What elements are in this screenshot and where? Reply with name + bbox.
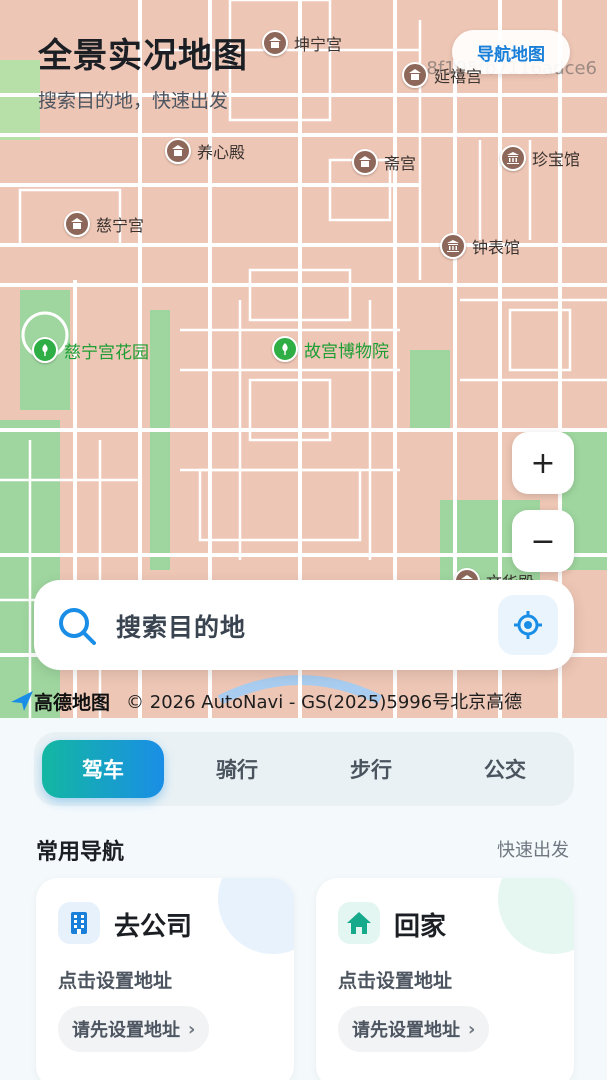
copyright-text: © 2026 AutoNavi - GS(2025)5996号北京高德 <box>126 692 523 713</box>
poi-yanxigong[interactable]: 延禧宫 <box>402 62 482 88</box>
map-view[interactable]: 全景实况地图 搜索目的地，快速出发 8f195fb7116adce6 导航地图 … <box>0 0 607 718</box>
poi-label: 坤宁宫 <box>294 35 343 54</box>
locate-button[interactable] <box>498 595 558 655</box>
tab-bike[interactable]: 骑行 <box>176 740 298 798</box>
zoom-out-button[interactable]: − <box>512 510 574 572</box>
search-icon <box>59 608 96 645</box>
fav-card-name: 回家 <box>394 912 447 942</box>
tab-walk[interactable]: 步行 <box>310 740 432 798</box>
fav-card-name: 去公司 <box>114 912 193 942</box>
fav-card-hint: 点击设置地址 <box>338 970 453 992</box>
fav-card-home[interactable]: 回家 点击设置地址 请先设置地址 › <box>316 878 574 1080</box>
search-bar[interactable]: 搜索目的地 <box>34 580 574 670</box>
poi-kunninggong[interactable]: 坤宁宫 <box>262 30 342 56</box>
set-address-button[interactable]: 请先设置地址 › <box>338 1006 490 1052</box>
poi-zhongbiaoguan[interactable]: 钟表馆 <box>440 233 520 259</box>
poi-zhaigong[interactable]: 斋宫 <box>352 149 416 175</box>
poi-label: 钟表馆 <box>472 238 521 257</box>
poi-label: 延禧宫 <box>434 67 483 86</box>
set-address-label: 请先设置地址 <box>352 1020 460 1041</box>
poi-cininggong[interactable]: 慈宁宫 <box>64 211 144 237</box>
palace-icon <box>64 211 90 237</box>
fav-card-company[interactable]: 去公司 点击设置地址 请先设置地址 › <box>36 878 294 1080</box>
amap-arrow-icon <box>11 691 33 711</box>
common-nav-title: 常用导航 <box>36 840 125 865</box>
amap-logo-text: 高德地图 <box>34 691 111 714</box>
museum-icon <box>500 145 526 171</box>
park-icon <box>272 336 298 362</box>
bottom-panel: 驾车 骑行 步行 公交 常用导航 快速出发 去公司 点击设置地址 请先设置地址 … <box>0 718 607 1080</box>
poi-label: 慈宁宫 <box>96 216 145 235</box>
palace-icon <box>402 62 428 88</box>
card-decoration <box>218 878 294 954</box>
building-icon <box>58 902 100 944</box>
poi-label: 珍宝馆 <box>532 150 581 169</box>
museum-icon <box>440 233 466 259</box>
amap-logo: 高德地图 <box>10 688 110 715</box>
poi-palace-museum[interactable]: 故宫博物院 <box>272 336 389 362</box>
zoom-in-button[interactable]: + <box>512 432 574 494</box>
park-icon <box>32 337 58 363</box>
tab-transit[interactable]: 公交 <box>444 740 566 798</box>
card-decoration <box>498 878 574 954</box>
locate-icon <box>514 611 542 639</box>
chevron-right-icon: › <box>468 1018 476 1040</box>
travel-mode-tabs: 驾车 骑行 步行 公交 <box>34 732 574 806</box>
poi-label: 故宫博物院 <box>304 341 389 362</box>
palace-icon <box>262 30 288 56</box>
palace-icon <box>165 138 191 164</box>
poi-zhenbaoguan[interactable]: 珍宝馆 <box>500 145 580 171</box>
app-screen: 全景实况地图 搜索目的地，快速出发 8f195fb7116adce6 导航地图 … <box>0 0 607 1080</box>
tab-drive[interactable]: 驾车 <box>42 740 164 798</box>
page-subtitle: 搜索目的地，快速出发 <box>38 90 229 112</box>
home-icon <box>338 902 380 944</box>
page-title: 全景实况地图 <box>38 36 248 76</box>
quick-start-link[interactable]: 快速出发 <box>497 836 569 862</box>
poi-cininggong-garden[interactable]: 慈宁宫花园 <box>32 337 149 363</box>
search-placeholder[interactable]: 搜索目的地 <box>116 608 246 644</box>
map-attribution: 高德地图 © 2026 AutoNavi - GS(2025)5996号北京高德 <box>0 684 607 718</box>
poi-label: 慈宁宫花园 <box>64 342 149 363</box>
poi-label: 养心殿 <box>197 143 246 162</box>
poi-label: 斋宫 <box>384 154 417 173</box>
set-address-button[interactable]: 请先设置地址 › <box>58 1006 210 1052</box>
chevron-right-icon: › <box>188 1018 196 1040</box>
poi-yangxindian[interactable]: 养心殿 <box>165 138 245 164</box>
palace-icon <box>352 149 378 175</box>
set-address-label: 请先设置地址 <box>72 1020 180 1041</box>
fav-card-hint: 点击设置地址 <box>58 970 173 992</box>
